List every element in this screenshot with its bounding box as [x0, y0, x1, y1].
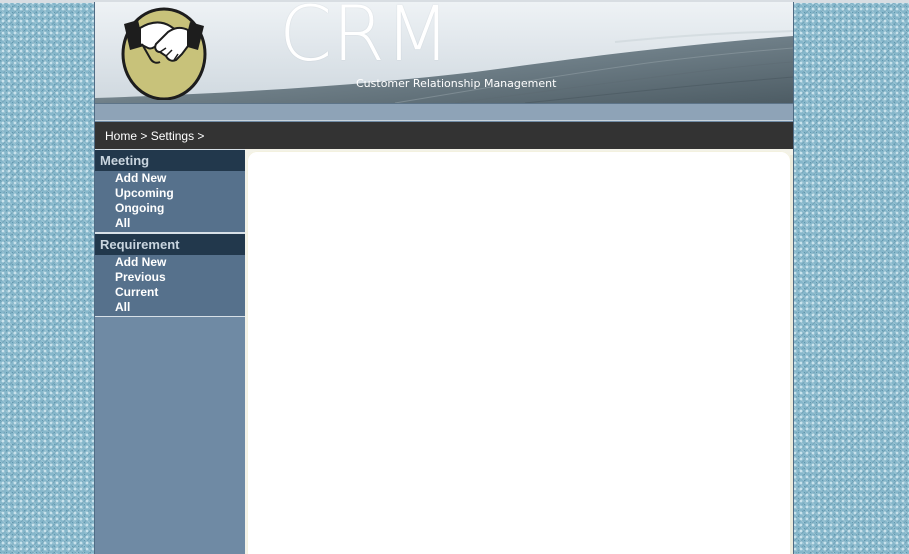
header-banner: CRM Customer Relationship Management [95, 2, 793, 104]
crm-page: CRM Customer Relationship Management Hom… [94, 2, 794, 554]
header-divider-strip [95, 104, 793, 121]
meeting-all-link[interactable]: All [95, 216, 245, 231]
breadcrumb-separator: > [140, 128, 148, 143]
menu-heading-meeting: Meeting [95, 149, 245, 171]
meeting-upcoming-link[interactable]: Upcoming [95, 186, 245, 201]
breadcrumb-settings-link[interactable]: Settings [151, 129, 194, 143]
requirement-previous-link[interactable]: Previous [95, 270, 245, 285]
handshake-icon [121, 7, 207, 100]
main-content-panel [245, 149, 793, 554]
meeting-ongoing-link[interactable]: Ongoing [95, 201, 245, 216]
app-subtitle: Customer Relationship Management [356, 77, 557, 90]
menu-section-meeting: Meeting Add New Upcoming Ongoing All [95, 149, 245, 233]
menu-heading-requirement: Requirement [95, 233, 245, 255]
app-title: CRM [279, 2, 451, 78]
menu-section-requirement: Requirement Add New Previous Current All [95, 233, 245, 317]
breadcrumb-home-link[interactable]: Home [105, 129, 137, 143]
breadcrumb-separator: > [197, 128, 205, 143]
breadcrumb: Home > Settings > [95, 122, 793, 149]
sidebar-menu: Meeting Add New Upcoming Ongoing All Req… [95, 149, 245, 554]
meeting-add-new-link[interactable]: Add New [95, 171, 245, 186]
requirement-current-link[interactable]: Current [95, 285, 245, 300]
requirement-add-new-link[interactable]: Add New [95, 255, 245, 270]
requirement-all-link[interactable]: All [95, 300, 245, 315]
panel-edge [790, 155, 793, 554]
content-area: Meeting Add New Upcoming Ongoing All Req… [95, 149, 793, 554]
main-content-body [247, 151, 791, 554]
